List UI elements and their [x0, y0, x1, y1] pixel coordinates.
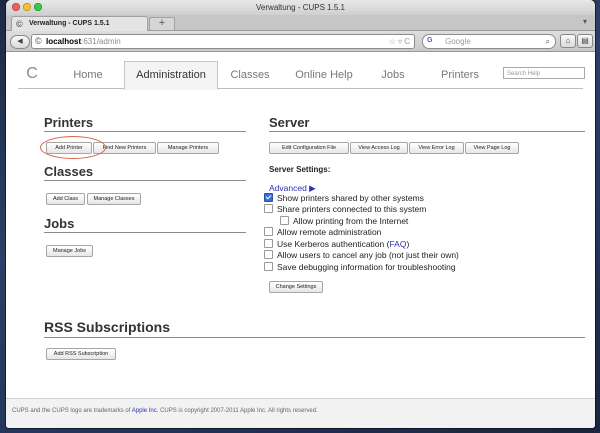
nav-tab-online-help[interactable]: Online Help: [283, 61, 365, 88]
rss-divider: [44, 337, 585, 338]
cups-favicon-icon: ©: [16, 19, 23, 29]
nav-tab-administration[interactable]: Administration: [124, 61, 218, 90]
option-allow-internet-printing: Allow printing from the Internet: [280, 216, 408, 227]
back-button[interactable]: ◀: [10, 35, 30, 49]
option-remote-administration: Allow remote administration: [264, 227, 381, 238]
new-tab-button[interactable]: +: [149, 17, 175, 31]
page-menu-button[interactable]: ▤: [577, 34, 593, 48]
browser-tab[interactable]: © Verwaltung - CUPS 1.5.1: [11, 16, 148, 31]
apple-inc-link[interactable]: Apple Inc.: [132, 408, 159, 414]
change-settings-button[interactable]: Change Settings: [269, 281, 323, 293]
search-placeholder: Google: [445, 37, 471, 46]
manage-classes-button[interactable]: Manage Classes: [87, 193, 141, 205]
url-text: localhost:631/admin: [46, 35, 121, 48]
view-page-log-button[interactable]: View Page Log: [465, 142, 519, 154]
help-search-input[interactable]: Search Help: [503, 67, 585, 79]
nav-tab-jobs[interactable]: Jobs: [368, 61, 418, 88]
add-printer-highlight-ring: [40, 136, 106, 159]
tab-title: Verwaltung - CUPS 1.5.1: [29, 20, 110, 27]
server-settings-heading: Server Settings:: [269, 165, 331, 174]
option-cancel-any-job: Allow users to cancel any job (not just …: [264, 250, 459, 261]
nav-tab-home[interactable]: Home: [52, 61, 124, 88]
site-favicon-icon: ©: [35, 36, 42, 46]
checkbox-kerberos[interactable]: [264, 239, 273, 248]
printers-heading: Printers: [44, 115, 94, 130]
tab-bar: © Verwaltung - CUPS 1.5.1 + ▾: [6, 15, 595, 31]
search-engine-icon[interactable]: G: [427, 36, 441, 46]
option-show-shared-printers: Show printers shared by other systems: [264, 193, 424, 204]
server-divider: [269, 131, 585, 132]
option-label: Allow remote administration: [277, 227, 382, 237]
classes-divider: [44, 180, 246, 181]
search-icon[interactable]: ⌕: [546, 35, 550, 48]
footer-text-pre: CUPS and the CUPS logo are trademarks of: [12, 408, 132, 414]
jobs-heading: Jobs: [44, 216, 75, 231]
view-access-log-button[interactable]: View Access Log: [350, 142, 408, 154]
home-button[interactable]: ⌂: [560, 34, 576, 48]
option-share-printers: Share printers connected to this system: [264, 204, 426, 215]
classes-heading: Classes: [44, 164, 94, 179]
page-footer: CUPS and the CUPS logo are trademarks of…: [6, 398, 595, 428]
tab-overflow-icon[interactable]: ▾: [583, 17, 587, 26]
view-error-log-button[interactable]: View Error Log: [409, 142, 464, 154]
url-path: :631/admin: [81, 37, 121, 46]
window-title: Verwaltung - CUPS 1.5.1: [256, 3, 345, 12]
browser-search-field[interactable]: G Google ⌕: [422, 34, 556, 49]
zoom-window-button[interactable]: [34, 3, 42, 11]
option-kerberos: Use Kerberos authentication (FAQ): [264, 239, 409, 250]
browser-window: Verwaltung - CUPS 1.5.1 © Verwaltung - C…: [6, 0, 595, 428]
rss-heading: RSS Subscriptions: [44, 319, 171, 335]
nav-tab-classes[interactable]: Classes: [218, 61, 282, 88]
option-label: Share printers connected to this system: [277, 204, 427, 214]
add-rss-subscription-button[interactable]: Add RSS Subscription: [46, 348, 116, 360]
cups-logo-icon[interactable]: C: [22, 61, 42, 87]
printers-divider: [44, 131, 246, 132]
option-label-suffix: ): [406, 239, 410, 249]
option-label: Save debugging information for troublesh…: [277, 262, 456, 272]
manage-jobs-button[interactable]: Manage Jobs: [46, 245, 93, 257]
bookmark-reload-icons[interactable]: ☆ ▿ C: [389, 35, 410, 48]
checkbox-cancel-any-job[interactable]: [264, 250, 273, 259]
nav-tab-printers[interactable]: Printers: [423, 61, 497, 88]
checkbox-save-debugging[interactable]: [264, 262, 273, 271]
url-host: localhost: [46, 37, 82, 46]
checkbox-allow-internet-printing[interactable]: [280, 216, 289, 225]
checkbox-remote-administration[interactable]: [264, 227, 273, 236]
add-class-button[interactable]: Add Class: [46, 193, 85, 205]
cups-admin-page: C Home Administration Classes Online Hel…: [6, 52, 595, 428]
checkbox-show-shared-printers[interactable]: [264, 193, 273, 202]
edit-configuration-file-button[interactable]: Edit Configuration File: [269, 142, 349, 154]
server-heading: Server: [269, 115, 310, 130]
jobs-divider: [44, 232, 246, 233]
option-save-debugging: Save debugging information for troublesh…: [264, 262, 456, 273]
option-label: Allow printing from the Internet: [293, 216, 409, 226]
cups-navigation: C Home Administration Classes Online Hel…: [18, 61, 585, 90]
footer-text-post: CUPS is copyright 2007-2011 Apple Inc. A…: [158, 408, 318, 414]
manage-printers-button[interactable]: Manage Printers: [157, 142, 219, 154]
title-bar: Verwaltung - CUPS 1.5.1: [6, 0, 595, 15]
minimize-window-button[interactable]: [23, 3, 31, 11]
option-label: Allow users to cancel any job (not just …: [277, 250, 459, 260]
option-label: Show printers shared by other systems: [277, 193, 424, 203]
navigation-bar: ◀ © localhost:631/admin ☆ ▿ C G Google ⌕…: [6, 31, 595, 52]
checkbox-share-printers[interactable]: [264, 204, 273, 213]
close-window-button[interactable]: [12, 3, 20, 11]
faq-link[interactable]: FAQ: [389, 239, 406, 249]
url-bar[interactable]: © localhost:631/admin ☆ ▿ C: [31, 34, 415, 49]
option-label: Use Kerberos authentication (: [277, 239, 390, 249]
